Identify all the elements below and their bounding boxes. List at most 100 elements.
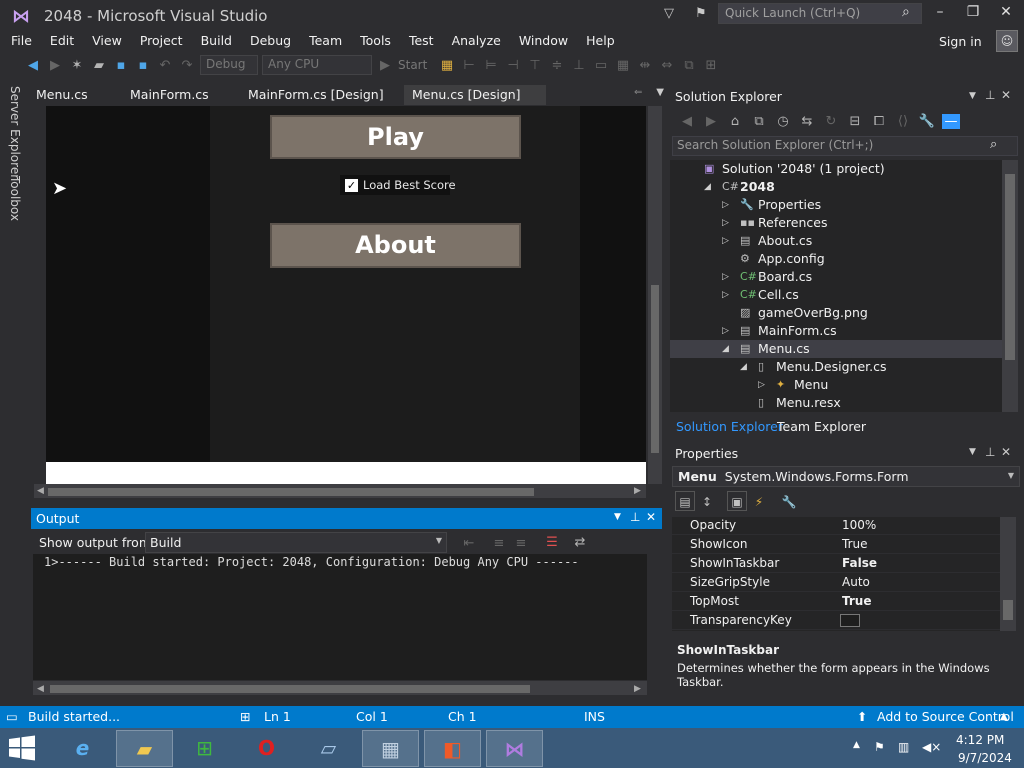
menu-team[interactable]: Team — [300, 31, 351, 51]
tree-item[interactable]: ▷ C# Board.cs — [670, 268, 1002, 286]
tree-item[interactable]: ▷ ✦ Menu — [670, 376, 1002, 394]
form-panel[interactable] — [210, 106, 580, 462]
toolbox-tab[interactable]: Toolbox — [8, 176, 22, 221]
output-close-icon[interactable]: ✕ — [646, 510, 656, 524]
property-row[interactable]: ShowInTaskbar False — [672, 554, 1000, 573]
scroll-right-icon[interactable]: ▶ — [634, 486, 641, 496]
categorized-icon[interactable]: ▤ — [675, 491, 695, 511]
collapsed-arrow-icon[interactable]: ▷ — [722, 268, 729, 286]
notepad-icon[interactable]: ▱ — [300, 730, 357, 767]
action-center-flag-icon[interactable]: ⚑ — [874, 740, 885, 754]
tree-item[interactable]: ◢ C# 2048 — [670, 178, 1002, 196]
align-rights-icon[interactable]: ⊣ — [504, 58, 522, 73]
internet-explorer-icon[interactable]: e — [54, 730, 111, 767]
save-icon[interactable]: ▪ — [112, 58, 130, 73]
opera-icon[interactable]: O — [238, 730, 295, 767]
tree-item[interactable]: ▯ Menu.resx — [670, 394, 1002, 412]
preview-selected-icon[interactable]: — — [942, 113, 960, 129]
solution-tree-scroll-thumb[interactable] — [1005, 174, 1015, 360]
align-tops-icon[interactable]: ⊤ — [526, 58, 544, 73]
volume-muted-icon[interactable]: ◀× — [922, 740, 941, 754]
add-to-source-control-button[interactable]: Add to Source Control — [877, 709, 1014, 724]
size-to-grid-icon[interactable]: ▦ — [614, 58, 632, 73]
redo-icon[interactable]: ↷ — [178, 58, 196, 73]
properties-icon[interactable]: 🔧 — [918, 114, 936, 129]
clock-date[interactable]: 9/7/2024 — [958, 751, 1012, 765]
property-row[interactable]: ShowIcon True — [672, 535, 1000, 554]
switch-views-icon[interactable]: ⧉ — [750, 114, 768, 129]
server-explorer-tab[interactable]: Server Explorer — [8, 86, 22, 179]
tab-mainform-cs[interactable]: MainForm.cs — [122, 85, 217, 105]
scroll-left-icon[interactable]: ◀ — [37, 486, 44, 496]
sync-icon[interactable]: ⇆ — [798, 114, 816, 129]
property-row[interactable]: TransparencyKey — [672, 611, 1000, 630]
property-value[interactable]: True — [842, 535, 868, 554]
menu-file[interactable]: File — [2, 31, 41, 51]
collapsed-arrow-icon[interactable]: ▷ — [722, 322, 729, 340]
menu-help[interactable]: Help — [577, 31, 624, 51]
property-row[interactable]: TopMost True — [672, 592, 1000, 611]
sign-in-link[interactable]: Sign in — [939, 34, 982, 49]
expanded-arrow-icon[interactable]: ◢ — [722, 340, 729, 358]
visual-studio-taskbar-icon[interactable]: ⋈ — [486, 730, 543, 767]
quick-launch-input[interactable]: Quick Launch (Ctrl+Q) — [718, 3, 922, 24]
se-pin-icon[interactable]: ⊥ — [985, 88, 995, 102]
collapsed-arrow-icon[interactable]: ▷ — [722, 214, 729, 232]
office-icon[interactable]: ◧ — [424, 730, 481, 767]
navigate-forward-icon[interactable]: ▶ — [46, 58, 64, 73]
alphabetical-icon[interactable]: ↕ — [697, 491, 717, 511]
tabs-dropdown-icon[interactable]: ▼ — [656, 87, 664, 98]
next-message-icon[interactable]: ≡ — [512, 536, 530, 551]
tab-order-icon[interactable]: ⊞ — [702, 58, 720, 73]
tree-item[interactable]: ▨ gameOverBg.png — [670, 304, 1002, 322]
collapsed-arrow-icon[interactable]: ▷ — [722, 232, 729, 250]
color-swatch[interactable] — [840, 614, 860, 627]
events-icon[interactable]: ⚡ — [749, 491, 769, 511]
tree-item[interactable]: ◢ ▯ Menu.Designer.cs — [670, 358, 1002, 376]
clock-time[interactable]: 4:12 PM — [956, 733, 1004, 747]
props-pin-icon[interactable]: ⊥ — [985, 445, 995, 459]
property-value[interactable]: True — [842, 592, 871, 611]
property-pages-icon[interactable]: 🔧 — [779, 491, 799, 511]
close-window-button[interactable]: ✕ — [991, 4, 1021, 24]
form-bottom-area[interactable] — [46, 462, 646, 484]
tree-item[interactable]: ▷ ▪▪ References — [670, 214, 1002, 232]
make-same-size-icon[interactable]: ▭ — [592, 58, 610, 73]
properties-object-select[interactable]: Menu System.Windows.Forms.Form ▼ — [672, 466, 1020, 487]
find-message-icon[interactable]: ⇤ — [460, 536, 478, 551]
collapsed-arrow-icon[interactable]: ▷ — [758, 376, 765, 394]
menu-window[interactable]: Window — [510, 31, 577, 51]
menu-project[interactable]: Project — [131, 31, 192, 51]
word-wrap-icon[interactable]: ⇄ — [571, 535, 589, 550]
tree-item[interactable]: ⚙ App.config — [670, 250, 1002, 268]
tab-scroll-icon[interactable]: ⇐ — [634, 87, 642, 98]
tree-item[interactable]: ▷ C# Cell.cs — [670, 286, 1002, 304]
collapsed-arrow-icon[interactable]: ▷ — [722, 286, 729, 304]
output-pin-icon[interactable]: ⊥ — [630, 510, 640, 524]
align-centers-icon[interactable]: ⊨ — [482, 58, 500, 73]
solution-explorer-search-input[interactable]: Search Solution Explorer (Ctrl+;) — [672, 136, 1018, 156]
store-icon[interactable]: ⊞ — [176, 730, 233, 767]
navigate-back-icon[interactable]: ◀ — [24, 58, 42, 73]
previous-message-icon[interactable]: ≡ — [490, 536, 508, 551]
spacing-icon[interactable]: ⇹ — [636, 58, 654, 73]
bring-to-front-icon[interactable]: ⧉ — [680, 58, 698, 73]
view-code-icon[interactable]: ⟨⟩ — [894, 114, 912, 129]
property-value[interactable]: 100% — [842, 516, 876, 535]
se-close-icon[interactable]: ✕ — [1001, 88, 1011, 102]
expanded-arrow-icon[interactable]: ◢ — [740, 358, 747, 376]
paint-icon[interactable]: ▦ — [362, 730, 419, 767]
property-grid-scroll-thumb[interactable] — [1003, 600, 1013, 620]
designer-horizontal-scroll-thumb[interactable] — [48, 488, 534, 496]
tree-item[interactable]: ◢ ▤ Menu.cs — [670, 340, 1002, 358]
output-dropdown-icon[interactable]: ▼ — [614, 512, 621, 522]
menu-analyze[interactable]: Analyze — [443, 31, 510, 51]
output-horizontal-scroll-thumb[interactable] — [50, 685, 530, 693]
props-close-icon[interactable]: ✕ — [1001, 445, 1011, 459]
minimize-button[interactable]: – — [925, 4, 955, 24]
solution-configuration-select[interactable]: Debug — [200, 55, 258, 75]
open-file-icon[interactable]: ▰ — [90, 58, 108, 73]
menu-edit[interactable]: Edit — [41, 31, 83, 51]
output-scroll-right-icon[interactable]: ▶ — [634, 684, 641, 694]
start-debug-icon[interactable]: ▶ — [376, 58, 394, 73]
